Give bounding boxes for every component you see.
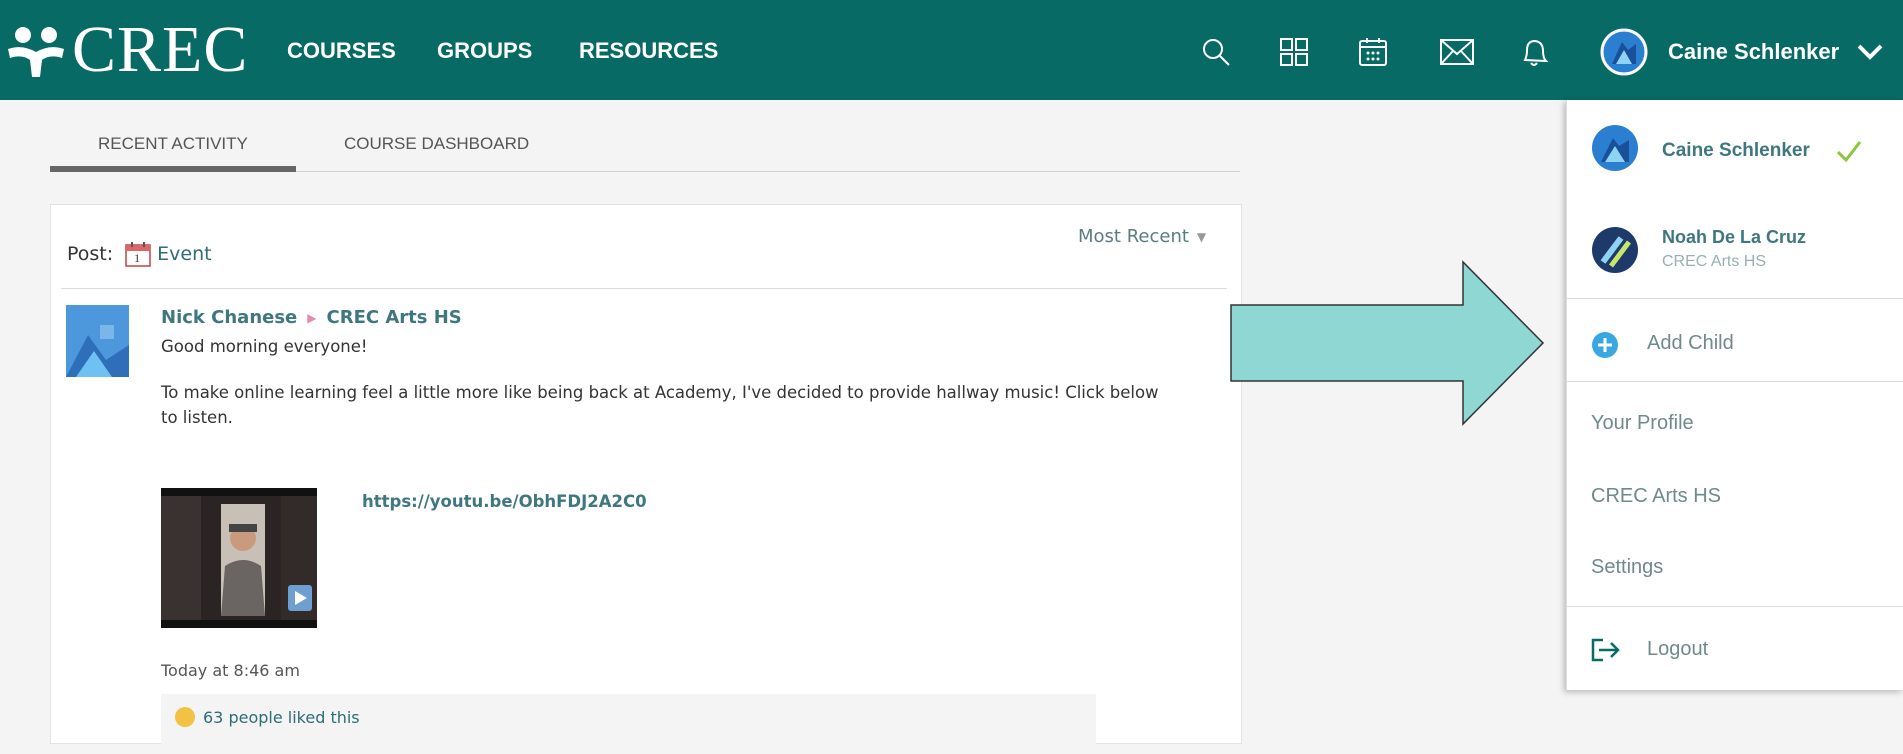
notifications-bell-icon[interactable] [1514, 32, 1554, 72]
search-icon[interactable] [1196, 32, 1236, 72]
arrow-right-icon: ▶ [307, 310, 317, 325]
dropdown-current-user[interactable]: Caine Schlenker [1662, 140, 1810, 162]
author-avatar[interactable] [66, 305, 129, 377]
tab-course-dashboard[interactable]: COURSE DASHBOARD [344, 134, 529, 154]
logout-icon [1591, 638, 1620, 662]
mail-icon[interactable] [1437, 32, 1477, 72]
logo-text: CREC [72, 13, 249, 86]
annotation-arrow [1230, 260, 1545, 426]
user-menu-toggle[interactable]: Caine Schlenker [1600, 28, 1883, 76]
dropdown-child-school: CREC Arts HS [1662, 253, 1767, 270]
apps-grid-icon[interactable] [1274, 32, 1314, 72]
video-thumbnail[interactable] [161, 488, 317, 628]
calendar-icon[interactable] [1353, 32, 1393, 72]
post-body-line2: To make online learning feel a little mo… [161, 383, 1159, 402]
post-group[interactable]: CREC Arts HS [327, 307, 462, 328]
dropdown-separator [1567, 298, 1903, 299]
nav-courses[interactable]: COURSES [287, 38, 396, 64]
calendar-event-icon: 1 [125, 241, 151, 267]
calendar-day: 1 [134, 251, 141, 265]
nav-resources[interactable]: RESOURCES [579, 38, 718, 64]
add-circle-icon [1592, 332, 1618, 358]
post-body-line3: to listen. [161, 408, 233, 427]
checkmark-icon [1836, 141, 1862, 162]
add-child-item[interactable]: Add Child [1647, 332, 1734, 355]
your-profile-item[interactable]: Your Profile [1591, 412, 1694, 435]
post-timestamp: Today at 8:46 am [161, 661, 300, 680]
post-label: Post: [67, 243, 114, 265]
user-dropdown-menu: Caine Schlenker Noah De La Cruz CREC Art… [1566, 100, 1903, 690]
school-item[interactable]: CREC Arts HS [1591, 485, 1721, 508]
child-avatar [1592, 227, 1638, 273]
logout-item[interactable]: Logout [1647, 638, 1708, 661]
dropdown-separator [1567, 606, 1903, 607]
dropdown-child-name[interactable]: Noah De La Cruz [1662, 227, 1806, 248]
top-navigation-bar: CREC COURSES GROUPS RESOURCES Caine Schl… [0, 0, 1903, 100]
sort-dropdown[interactable]: Most Recent ▼ [1078, 226, 1206, 247]
current-user-avatar [1592, 125, 1638, 171]
people-logo-icon [8, 27, 64, 77]
active-tab-indicator [50, 166, 296, 172]
user-name: Caine Schlenker [1668, 39, 1840, 64]
tab-recent-activity[interactable]: RECENT ACTIVITY [98, 134, 248, 154]
chevron-down-icon [1857, 44, 1883, 60]
user-avatar [1600, 28, 1648, 76]
post-body-line1: Good morning everyone! [161, 337, 368, 356]
dropdown-separator [1567, 381, 1903, 382]
post-author[interactable]: Nick Chanese [161, 307, 297, 328]
post-card: Post: 1 Event Most Recent ▼ Nick Chanese… [50, 204, 1242, 754]
smiley-icon [175, 707, 195, 727]
likes-box: 63 people liked this [161, 694, 1096, 754]
video-link[interactable]: https://youtu.be/ObhFDJ2A2C0 [362, 492, 647, 511]
likes-count[interactable]: 63 people liked this [203, 708, 360, 727]
crec-logo[interactable]: CREC [6, 13, 249, 86]
post-type-event[interactable]: Event [157, 243, 211, 265]
caret-down-icon: ▼ [1196, 229, 1207, 244]
sort-label: Most Recent [1078, 226, 1189, 247]
settings-item[interactable]: Settings [1591, 556, 1663, 579]
divider [61, 288, 1227, 289]
nav-groups[interactable]: GROUPS [437, 38, 532, 64]
